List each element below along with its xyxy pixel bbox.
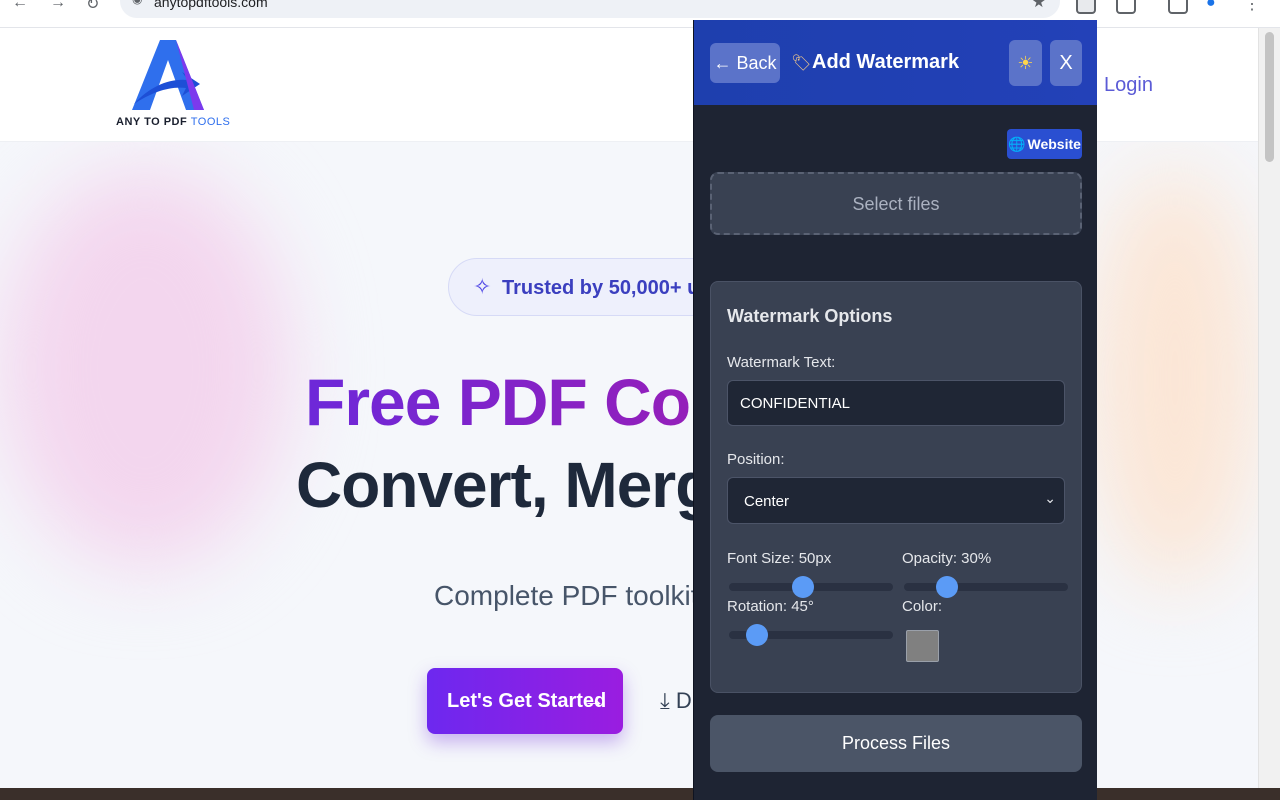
- address-bar[interactable]: ◉ anytopdftools.com ★: [120, 0, 1060, 18]
- downloads-icon[interactable]: [1168, 0, 1188, 14]
- download-label: D: [675, 688, 692, 713]
- get-started-button[interactable]: Let's Get Started →: [427, 668, 623, 734]
- dropzone-label: Select files: [852, 194, 940, 214]
- bookmark-star-icon[interactable]: ★: [1032, 0, 1046, 12]
- site-logo[interactable]: ANY TO PDF TOOLS: [116, 38, 231, 128]
- forward-nav-icon[interactable]: →: [50, 0, 66, 12]
- options-heading: Watermark Options: [727, 306, 893, 326]
- panel-title: Add Watermark: [812, 51, 960, 73]
- watermark-panel: ← Back 🏷 Add Watermark ☀ X 🌐 Website Sele…: [693, 20, 1097, 800]
- logo-text: ANY TO PDF TOOLS: [116, 116, 231, 128]
- login-link[interactable]: Login: [1104, 74, 1153, 97]
- decorative-blob: [0, 168, 290, 568]
- slider-track[interactable]: [904, 583, 1068, 591]
- font-size-slider[interactable]: [729, 576, 893, 598]
- website-label: Website: [1027, 135, 1081, 152]
- logo-a-icon: [132, 40, 204, 110]
- opacity-label: Opacity: 30%: [902, 550, 992, 567]
- rotation-label: Rotation: 45°: [727, 598, 814, 615]
- rotation-slider[interactable]: [729, 624, 893, 646]
- back-nav-icon[interactable]: ←: [12, 0, 28, 12]
- download-icon: ⤓: [660, 688, 670, 713]
- site-info-icon[interactable]: ◉: [132, 0, 142, 6]
- download-button[interactable]: ⤓ D: [660, 688, 692, 714]
- position-select[interactable]: Center ⌄: [727, 477, 1065, 524]
- sun-icon: ☀: [1017, 52, 1034, 73]
- file-dropzone[interactable]: Select files: [710, 172, 1082, 235]
- position-label: Position:: [727, 451, 785, 468]
- decorative-blob: [1090, 168, 1258, 588]
- font-size-label: Font Size: 50px: [727, 550, 832, 567]
- tab-search-icon[interactable]: [1116, 0, 1136, 14]
- position-value: Center: [744, 493, 790, 510]
- scrollbar-thumb[interactable]: [1265, 32, 1274, 162]
- reload-icon[interactable]: ↻: [86, 0, 99, 14]
- opacity-slider[interactable]: [904, 576, 1068, 598]
- website-button[interactable]: 🌐 Website: [1007, 129, 1082, 159]
- watermark-text-label: Watermark Text:: [727, 354, 836, 371]
- sparkle-icon: ✧: [473, 274, 492, 299]
- close-button[interactable]: X: [1050, 40, 1082, 86]
- globe-icon: 🌐: [1008, 135, 1026, 152]
- color-label: Color:: [902, 598, 943, 615]
- slider-thumb[interactable]: [935, 576, 958, 598]
- back-button[interactable]: ← Back: [710, 43, 780, 83]
- profile-icon[interactable]: ●: [1206, 0, 1216, 12]
- watermark-options: Watermark Options Watermark Text: Positi…: [710, 281, 1082, 693]
- address-url[interactable]: anytopdftools.com: [154, 0, 268, 10]
- slider-thumb[interactable]: [745, 624, 768, 646]
- slider-thumb[interactable]: [791, 576, 814, 598]
- page-scrollbar[interactable]: [1258, 28, 1280, 788]
- extension-icon[interactable]: [1076, 0, 1096, 14]
- arrow-right-icon: →: [583, 687, 605, 712]
- panel-header: ← Back 🏷 Add Watermark ☀ X: [694, 20, 1097, 105]
- menu-icon[interactable]: ⋮: [1244, 0, 1260, 14]
- tag-icon: 🏷: [791, 55, 812, 72]
- watermark-text-input[interactable]: [727, 380, 1065, 426]
- chevron-down-icon: ⌄: [1044, 490, 1056, 506]
- theme-toggle-button[interactable]: ☀: [1009, 40, 1042, 86]
- color-picker[interactable]: [906, 630, 939, 662]
- process-files-button[interactable]: Process Files: [710, 715, 1082, 772]
